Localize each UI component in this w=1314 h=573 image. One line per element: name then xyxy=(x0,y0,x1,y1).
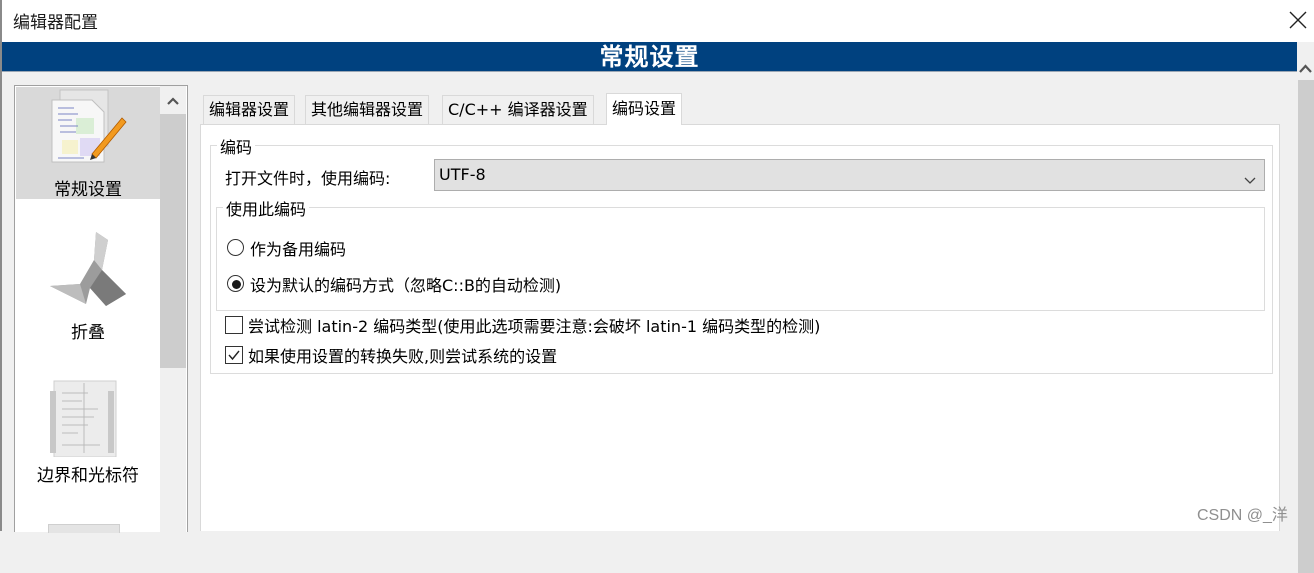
category-scroll-thumb[interactable] xyxy=(160,114,186,368)
outer-scrollbar[interactable] xyxy=(1297,42,1314,573)
checkbox-label: 如果使用设置的转换失败,则尝试系统的设置 xyxy=(248,347,558,366)
section-banner: 常规设置 xyxy=(2,42,1297,72)
radio-circle[interactable] xyxy=(227,275,244,292)
scroll-up-icon[interactable] xyxy=(1297,60,1314,78)
tab-editor-settings[interactable]: 编辑器设置 xyxy=(203,95,296,124)
category-label: 常规设置 xyxy=(54,180,122,200)
radio-fallback-encoding[interactable]: 作为备用编码 xyxy=(227,239,627,259)
open-file-encoding-label: 打开文件时，使用编码: xyxy=(225,169,391,188)
title-bar: 编辑器配置 xyxy=(0,0,1314,42)
encoding-select-value: UTF-8 xyxy=(439,165,486,184)
window-title: 编辑器配置 xyxy=(13,13,98,33)
tab-other-editor-settings[interactable]: 其他编辑器设置 xyxy=(305,95,430,124)
tab-compiler-settings[interactable]: C/C++ 编译器设置 xyxy=(442,95,594,124)
radio-circle[interactable] xyxy=(227,239,244,256)
watermark: CSDN @_洋 xyxy=(1197,507,1288,524)
checkbox-box[interactable] xyxy=(225,316,243,334)
scroll-up-icon[interactable] xyxy=(160,90,186,112)
encoding-group-label: 编码 xyxy=(217,134,256,158)
category-label: 折叠 xyxy=(71,323,105,343)
category-item-margins-caret[interactable]: 边界和光标符 xyxy=(16,376,160,486)
outer-scroll-thumb[interactable] xyxy=(1298,80,1314,573)
radio-label: 设为默认的编码方式（忽略C::B的自动检测) xyxy=(250,276,562,295)
radio-default-encoding[interactable]: 设为默认的编码方式（忽略C::B的自动检测) xyxy=(227,275,627,295)
category-list-scrollbar[interactable] xyxy=(160,86,186,532)
window-left-border xyxy=(0,0,2,531)
close-icon[interactable] xyxy=(1288,10,1308,30)
checkmark-icon xyxy=(228,350,240,361)
use-encoding-group-label: 使用此编码 xyxy=(223,196,310,220)
checkbox-detect-latin2[interactable]: 尝试检测 latin-2 编码类型(使用此选项需要注意:会破坏 latin-1 … xyxy=(225,316,905,336)
category-item-partial[interactable] xyxy=(48,524,120,533)
category-list: 常规设置 折叠 边界和光标符 xyxy=(14,85,188,533)
margin-document-icon xyxy=(48,379,120,461)
tab-encoding-settings[interactable]: 编码设置 xyxy=(606,93,683,125)
chevron-down-icon xyxy=(1244,170,1256,184)
radio-selected-dot xyxy=(232,280,241,289)
category-item-folding[interactable]: 折叠 xyxy=(16,226,160,346)
document-pencil-icon xyxy=(48,88,128,170)
origami-fold-icon xyxy=(46,230,132,314)
checkbox-box[interactable] xyxy=(225,346,243,364)
category-label: 边界和光标符 xyxy=(37,466,139,486)
checkbox-fallback-system[interactable]: 如果使用设置的转换失败,则尝试系统的设置 xyxy=(225,346,645,366)
category-item-general[interactable]: 常规设置 xyxy=(16,87,160,200)
radio-label: 作为备用编码 xyxy=(250,240,347,259)
checkbox-label: 尝试检测 latin-2 编码类型(使用此选项需要注意:会破坏 latin-1 … xyxy=(248,317,821,336)
encoding-select[interactable]: UTF-8 xyxy=(434,159,1265,191)
